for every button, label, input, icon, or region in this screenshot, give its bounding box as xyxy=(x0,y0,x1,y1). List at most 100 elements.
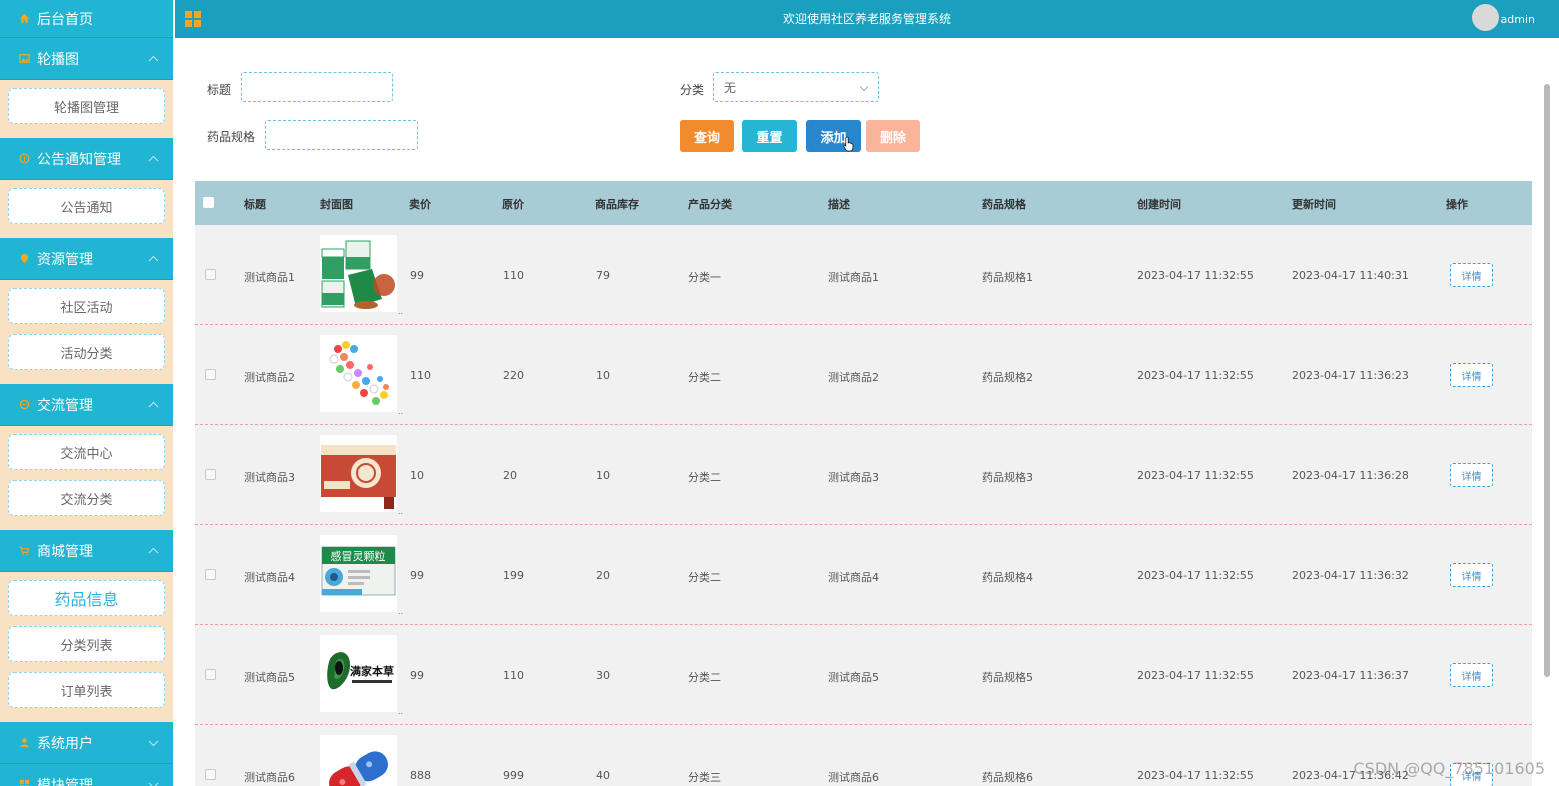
row-checkbox[interactable] xyxy=(205,469,216,480)
table-row[interactable]: 测试商品6 888 999 40 分类三 测试商品6 药品规格6 2023-04… xyxy=(195,725,1532,786)
avatar[interactable] xyxy=(1472,4,1499,31)
detail-button[interactable]: 详情 xyxy=(1450,263,1493,287)
sidebar-item-activity-category[interactable]: 活动分类 xyxy=(8,334,165,370)
main-panel: 标题 药品规格 分类 无 查询 重置 添加 删除 标题 封面图 卖价 原价 商品… xyxy=(175,44,1551,786)
cover-image[interactable] xyxy=(320,235,397,312)
spec-label: 药品规格 xyxy=(207,130,256,144)
sidebar-item-notice[interactable]: 公告通知 xyxy=(8,188,165,224)
menu-group-label: 系统用户 xyxy=(37,735,93,752)
column-header[interactable]: 标题 xyxy=(244,196,266,212)
column-header[interactable]: 药品规格 xyxy=(982,196,1026,212)
menu-group-system-user[interactable]: 系统用户 xyxy=(0,722,173,764)
cell-spec: 药品规格3 xyxy=(982,471,1033,484)
column-header[interactable]: 产品分类 xyxy=(688,196,732,212)
menu-group-module[interactable]: 模块管理 xyxy=(0,764,173,786)
cell-price: 10 xyxy=(410,469,424,482)
cell-updated: 2023-04-17 11:36:28 xyxy=(1292,469,1409,482)
cover-image[interactable]: 感冒灵颗粒 xyxy=(320,535,397,612)
menu-group-mall[interactable]: 商城管理 xyxy=(0,530,173,572)
search-button[interactable]: 查询 xyxy=(680,120,734,152)
detail-button[interactable]: 详情 xyxy=(1450,663,1493,687)
detail-button[interactable]: 详情 xyxy=(1450,463,1493,487)
menu-group-label: 资源管理 xyxy=(37,251,93,268)
menu-group-carousel[interactable]: 轮播图 xyxy=(0,38,173,80)
cell-title: 测试商品4 xyxy=(244,571,295,584)
cell-updated: 2023-04-17 11:40:31 xyxy=(1292,269,1409,282)
row-checkbox[interactable] xyxy=(205,669,216,680)
user-icon xyxy=(18,737,30,749)
column-header[interactable]: 商品库存 xyxy=(595,196,639,212)
column-header[interactable]: 卖价 xyxy=(409,196,431,212)
column-header[interactable]: 描述 xyxy=(828,196,850,212)
cover-image[interactable]: 满家本草 xyxy=(320,635,397,712)
menu-group-label: 交流管理 xyxy=(37,397,93,414)
cell-price: 99 xyxy=(410,669,424,682)
menu-group-exchange[interactable]: 交流管理 xyxy=(0,384,173,426)
chevron-down-icon xyxy=(148,735,159,746)
cell-stock: 10 xyxy=(596,469,610,482)
cell-description: 测试商品2 xyxy=(828,371,879,384)
cell-category: 分类一 xyxy=(688,271,721,284)
cover-image[interactable] xyxy=(320,735,397,786)
column-header[interactable]: 更新时间 xyxy=(1292,196,1336,212)
reset-button[interactable]: 重置 xyxy=(742,120,797,152)
row-checkbox[interactable] xyxy=(205,269,216,280)
cover-image[interactable] xyxy=(320,335,397,412)
category-select[interactable]: 无 xyxy=(713,72,879,102)
scrollbar[interactable] xyxy=(1544,84,1550,677)
cell-spec: 药品规格6 xyxy=(982,771,1033,784)
column-header[interactable]: 创建时间 xyxy=(1137,196,1181,212)
table-row[interactable]: 测试商品4 感冒灵颗粒 .. 99 199 20 分类二 测试商品4 药品规格4… xyxy=(195,525,1532,625)
home-icon xyxy=(18,13,30,25)
menu-home[interactable]: 后台首页 xyxy=(0,0,173,38)
cell-stock: 20 xyxy=(596,569,610,582)
column-header[interactable]: 原价 xyxy=(502,196,524,212)
cell-category: 分类二 xyxy=(688,571,721,584)
chevron-up-icon xyxy=(148,255,159,266)
cover-image[interactable] xyxy=(320,435,397,512)
chevron-down-icon xyxy=(859,82,869,92)
select-all-checkbox[interactable] xyxy=(203,197,214,208)
menu-group-label: 商城管理 xyxy=(37,543,93,560)
sidebar-item-category-list[interactable]: 分类列表 xyxy=(8,626,165,662)
chevron-up-icon xyxy=(148,155,159,166)
cell-original-price: 20 xyxy=(503,469,517,482)
cell-spec: 药品规格1 xyxy=(982,271,1033,284)
cell-category: 分类三 xyxy=(688,771,721,784)
cell-price: 888 xyxy=(410,769,431,782)
sidebar-item-order-list[interactable]: 订单列表 xyxy=(8,672,165,708)
sidebar-item-carousel-manage[interactable]: 轮播图管理 xyxy=(8,88,165,124)
table-row[interactable]: 测试商品1 .. 99 110 79 分类一 测试商品1 药品规格1 2023-… xyxy=(195,225,1532,325)
spec-input[interactable] xyxy=(265,120,418,150)
delete-button[interactable]: 删除 xyxy=(866,120,920,152)
row-checkbox[interactable] xyxy=(205,569,216,580)
row-checkbox[interactable] xyxy=(205,769,216,780)
cell-category: 分类二 xyxy=(688,471,721,484)
top-bar: 欢迎使用社区养老服务管理系统 admin xyxy=(175,0,1559,38)
cell-stock: 40 xyxy=(596,769,610,782)
table-row[interactable]: 测试商品5 满家本草 .. 99 110 30 分类二 测试商品5 药品规格5 … xyxy=(195,625,1532,725)
cell-updated: 2023-04-17 11:36:23 xyxy=(1292,369,1409,382)
menu-group-resource[interactable]: 资源管理 xyxy=(0,238,173,280)
menu-group-label: 轮播图 xyxy=(37,51,79,68)
column-header: 操作 xyxy=(1446,198,1468,211)
sidebar-item-exchange-center[interactable]: 交流中心 xyxy=(8,434,165,470)
sidebar-item-activity[interactable]: 社区活动 xyxy=(8,288,165,324)
detail-button[interactable]: 详情 xyxy=(1450,363,1493,387)
cell-description: 测试商品4 xyxy=(828,571,879,584)
cell-spec: 药品规格5 xyxy=(982,671,1033,684)
table-row[interactable]: 测试商品2 .. 110 220 10 分类二 测试商品2 药品规格2 2023… xyxy=(195,325,1532,425)
table-row[interactable]: 测试商品3 .. 10 20 10 分类二 测试商品3 药品规格3 2023-0… xyxy=(195,425,1532,525)
sidebar-item-exchange-category[interactable]: 交流分类 xyxy=(8,480,165,516)
chevron-up-icon xyxy=(148,547,159,558)
menu-group-notice[interactable]: 公告通知管理 xyxy=(0,138,173,180)
title-input[interactable] xyxy=(241,72,393,102)
username[interactable]: admin xyxy=(1501,13,1535,26)
sidebar-item-medicine-info[interactable]: 药品信息 xyxy=(8,580,165,616)
image-icon xyxy=(18,53,30,65)
cell-created: 2023-04-17 11:32:55 xyxy=(1137,769,1254,782)
cover-text: 满家本草 xyxy=(350,664,394,678)
detail-button[interactable]: 详情 xyxy=(1450,563,1493,587)
row-checkbox[interactable] xyxy=(205,369,216,380)
cell-title: 测试商品5 xyxy=(244,671,295,684)
